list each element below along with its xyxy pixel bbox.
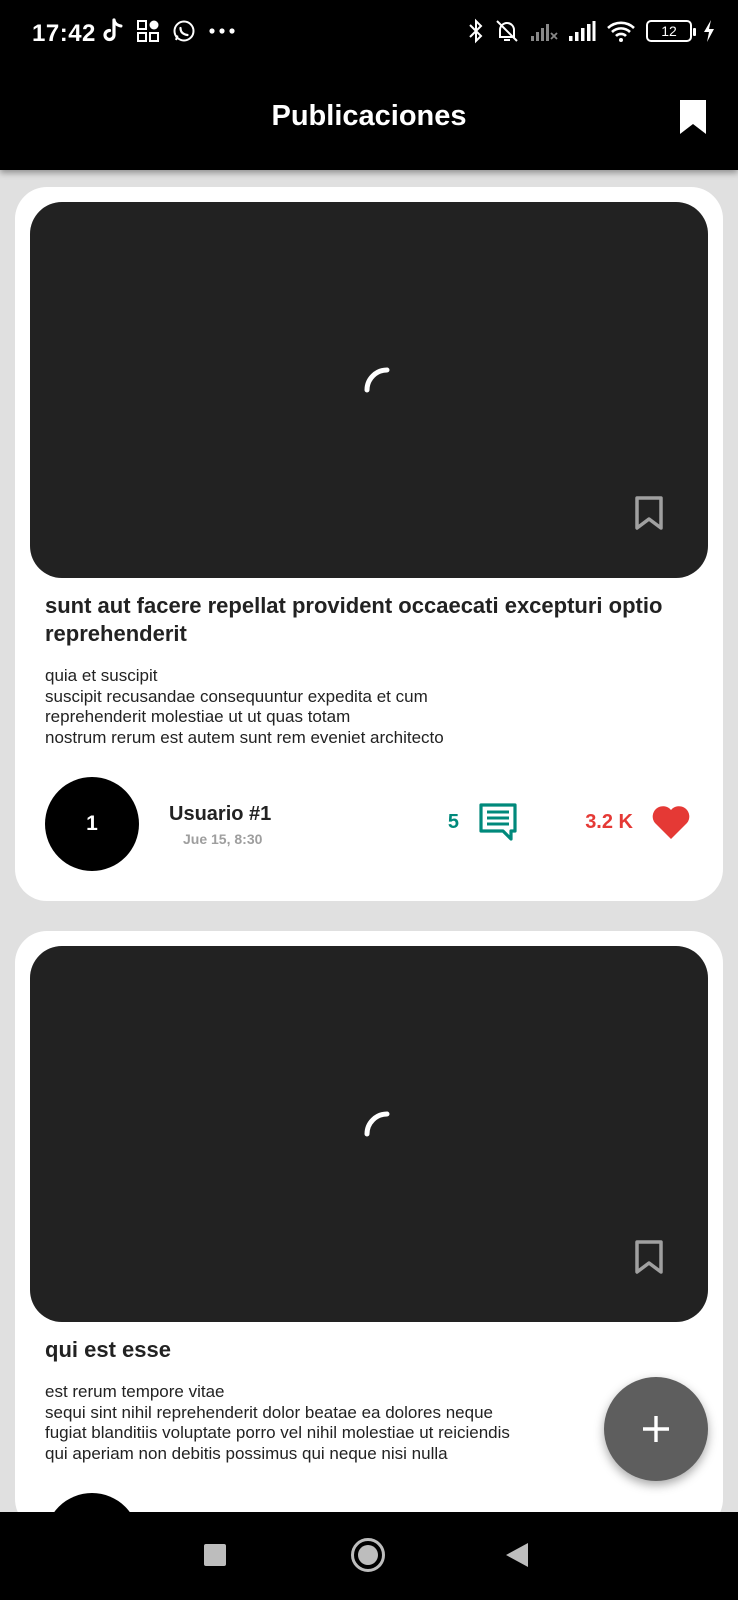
add-post-button[interactable]: [604, 1377, 708, 1481]
post-card[interactable]: sunt aut facere repellat provident occae…: [15, 187, 723, 901]
post-image-placeholder: [30, 946, 708, 1322]
status-left-icons: [100, 18, 236, 44]
bookmark-outline-icon: [635, 1240, 663, 1274]
wifi-icon: [607, 21, 635, 42]
status-right-icons: 12: [468, 18, 716, 44]
back-icon[interactable]: [506, 1543, 528, 1567]
like-button[interactable]: [651, 804, 691, 845]
saved-posts-button[interactable]: [678, 98, 708, 141]
system-nav-bar: [0, 1512, 738, 1600]
avatar-label: 1: [86, 812, 98, 835]
plus-icon: [643, 1416, 669, 1442]
recents-icon[interactable]: [204, 1544, 226, 1566]
page-title: Publicaciones: [271, 100, 467, 132]
home-icon[interactable]: [351, 1538, 385, 1572]
post-body: est rerum tempore vitae sequi sint nihil…: [45, 1382, 510, 1463]
post-date: Jue 15, 8:30: [183, 831, 263, 847]
post-body: quia et suscipit suscipit recusandae con…: [45, 666, 444, 747]
bookmark-outline-icon: [635, 496, 663, 530]
tiktok-icon: [103, 18, 123, 42]
more-dots-icon: [209, 28, 235, 34]
whatsapp-icon: [173, 20, 195, 42]
battery-level: 12: [661, 23, 677, 39]
loading-spinner: [364, 367, 390, 393]
bluetooth-icon: [469, 18, 483, 44]
user-name[interactable]: Usuario #1: [169, 803, 271, 826]
bookmark-post-button[interactable]: [634, 1239, 664, 1280]
avatar[interactable]: 1: [45, 777, 139, 871]
bookmark-icon: [680, 100, 706, 134]
bell-off-icon: [496, 20, 518, 42]
heart-icon: [652, 806, 690, 839]
loading-spinner: [364, 1111, 390, 1137]
comment-count: 5: [447, 811, 459, 833]
battery-icon: 12: [646, 20, 696, 42]
signal-icon: [569, 21, 596, 41]
comments-button[interactable]: [478, 802, 518, 847]
likes-count: 3.2 K: [585, 811, 633, 833]
post-title: sunt aut facere repellat provident occae…: [45, 593, 663, 646]
grid-apps-icon: [137, 20, 159, 42]
app-bar: Publicaciones: [0, 72, 738, 170]
post-title: qui est esse: [45, 1337, 171, 1362]
charging-icon: [704, 20, 714, 42]
bookmark-post-button[interactable]: [634, 495, 664, 536]
status-time: 17:42: [32, 20, 96, 47]
status-bar: 17:42 12: [0, 0, 738, 72]
post-image-placeholder: [30, 202, 708, 578]
comment-icon: [479, 803, 517, 841]
signal-weak-icon: [531, 24, 558, 41]
